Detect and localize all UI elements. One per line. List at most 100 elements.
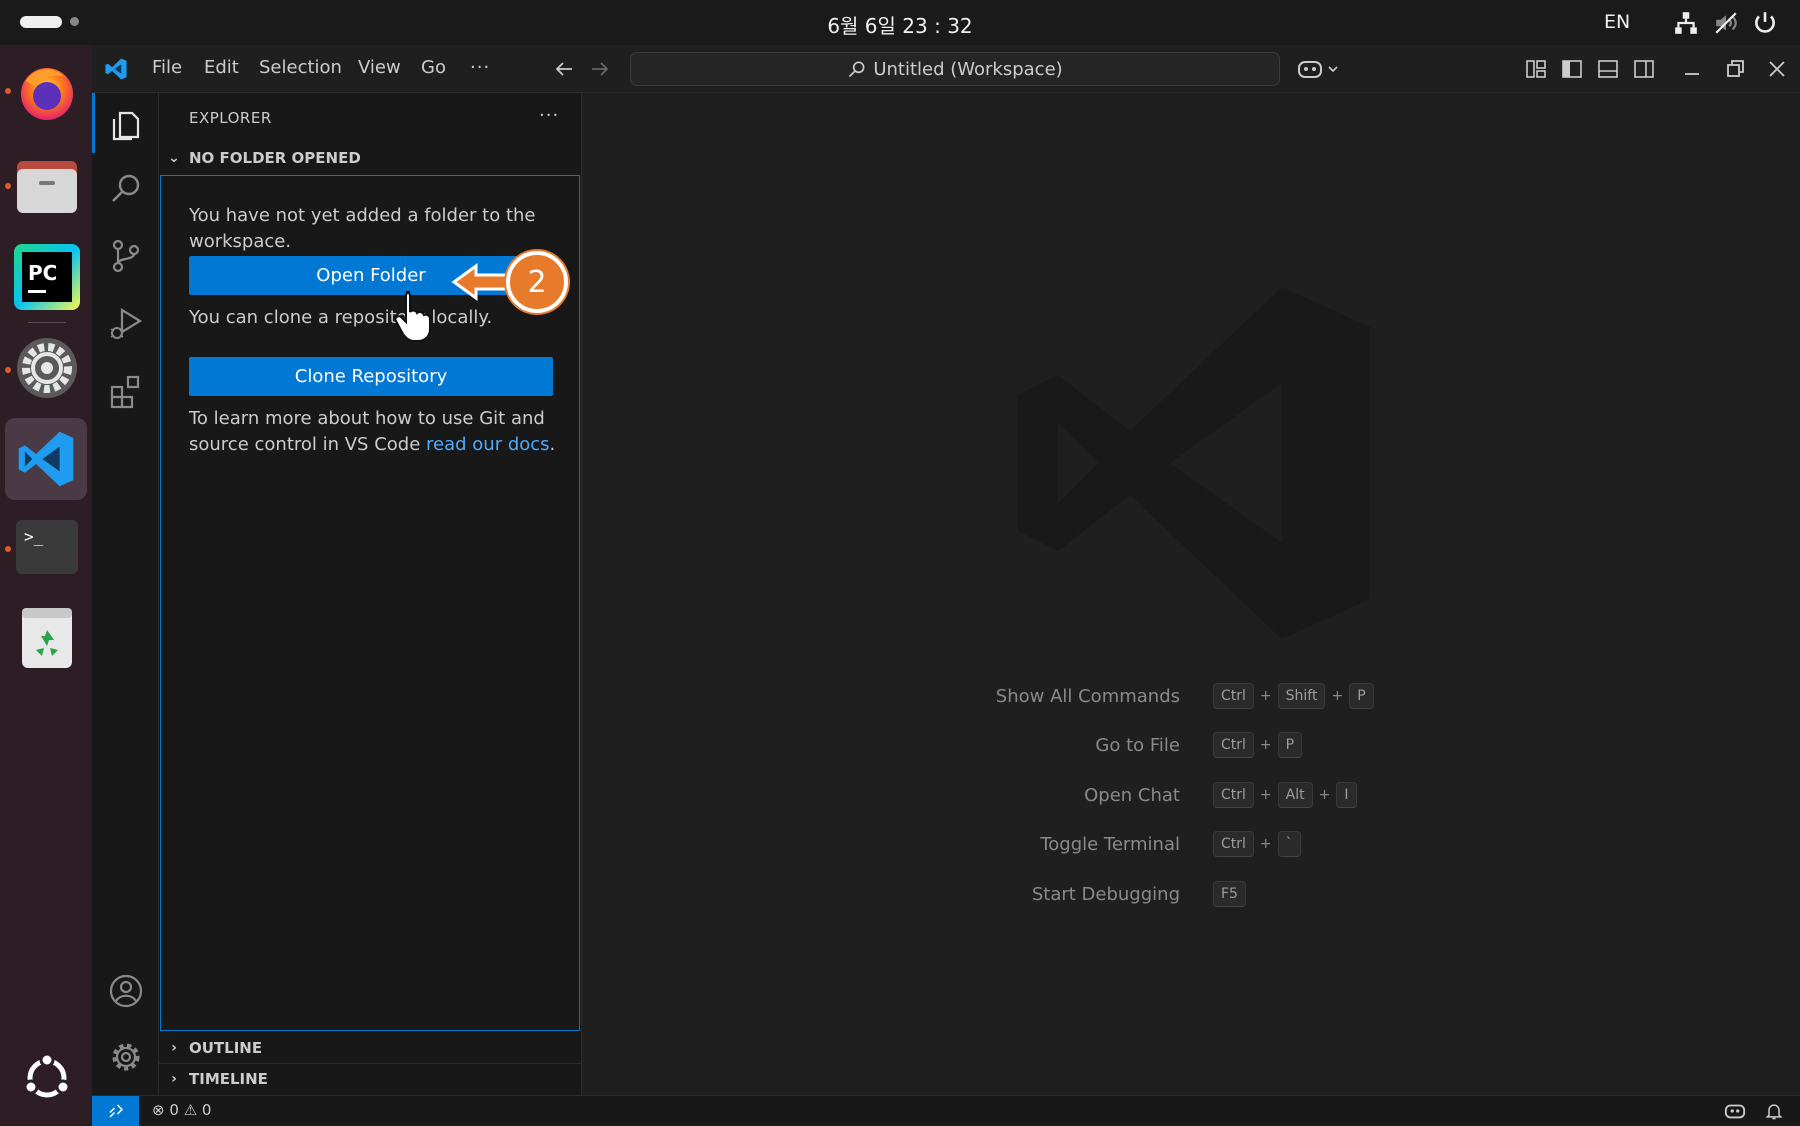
status-bar: ⊗ 0 ⚠ 0 [92,1095,1800,1126]
firefox-icon [21,68,73,120]
menu-selection[interactable]: Selection [259,57,342,78]
active-indicator [92,93,95,153]
input-language[interactable]: EN [1604,11,1630,33]
key: Alt [1277,782,1313,808]
minimize-icon[interactable] [1680,57,1704,81]
remote-icon [108,1104,123,1118]
copilot-status-icon[interactable] [1724,1101,1746,1121]
section-outline[interactable]: › OUTLINE [159,1033,582,1063]
clone-message: You can clone a repository locally. [189,307,493,328]
close-icon[interactable] [1765,57,1789,81]
menu-view[interactable]: View [358,57,401,78]
shortcut-show-all-commands: Show All Commands Ctrl + Shift + P [582,683,1800,713]
explorer-more-actions[interactable]: ··· [539,105,559,126]
command-center-label: Untitled (Workspace) [873,58,1063,80]
svg-text:>_: >_ [24,527,44,546]
running-indicator [5,88,11,94]
remote-indicator[interactable] [92,1096,139,1126]
key: I [1336,782,1357,808]
section-timeline[interactable]: › TIMELINE [159,1063,582,1093]
shortcut-keys: Ctrl + P [1213,732,1303,758]
files-launcher[interactable] [12,150,82,220]
activity-bar [92,93,159,1095]
read-docs-link[interactable]: read our docs [426,434,550,455]
explorer-icon[interactable] [106,105,146,145]
toggle-panel-icon[interactable] [1596,57,1620,81]
shortcut-keys: F5 [1213,881,1246,907]
notifications-bell-icon[interactable] [1764,1101,1784,1121]
network-icon[interactable] [1673,10,1699,36]
arrow-left-icon[interactable] [552,57,576,81]
shortcut-keys: Ctrl + Alt + I [1213,782,1357,808]
shortcut-label: Toggle Terminal [1040,834,1180,855]
chevron-down-icon: ⌄ [168,150,180,166]
trash-launcher[interactable] [12,603,82,673]
vscode-watermark-icon [1018,287,1370,639]
key: ` [1277,831,1301,857]
dock: PC >_ [0,45,92,1125]
pycharm-launcher[interactable]: PC [12,242,82,312]
warning-icon: ⚠ [183,1101,198,1119]
power-icon[interactable] [1752,10,1778,36]
clone-repository-button[interactable]: Clone Repository [189,357,553,396]
step-callout: 2 [506,251,568,313]
settings-gear-icon [17,338,77,398]
search-icon[interactable] [106,169,146,209]
system-top-bar: 6월 6일 23 : 32 EN [0,0,1800,45]
extensions-icon[interactable] [106,371,146,411]
vscode-icon [18,431,74,487]
arrow-right-icon[interactable] [588,57,612,81]
shortcut-start-debugging: Start Debugging F5 [582,881,1800,911]
section-label: TIMELINE [189,1069,268,1088]
volume-muted-icon[interactable] [1713,10,1739,36]
vscode-launcher[interactable] [5,418,87,500]
section-no-folder-opened[interactable]: ⌄ NO FOLDER OPENED [159,143,582,173]
explorer-title: EXPLORER [189,109,272,127]
running-indicator [5,367,11,373]
run-debug-icon[interactable] [106,303,146,343]
key: Ctrl [1213,831,1254,857]
source-control-icon[interactable] [106,236,146,276]
shortcut-label: Show All Commands [995,686,1180,707]
git-docs-message: To learn more about how to use Git and s… [189,406,559,458]
files-icon [17,161,77,213]
problems-status[interactable]: ⊗ 0 ⚠ 0 [152,1101,211,1119]
clock[interactable]: 6월 6일 23 : 32 [0,10,1800,39]
warning-count: 0 [201,1101,212,1119]
key: Ctrl [1213,683,1254,709]
show-apps-launcher[interactable] [12,1043,82,1113]
chevron-right-icon: › [171,1040,177,1056]
menu-edit[interactable]: Edit [204,57,239,78]
key: Shift [1277,683,1326,709]
section-label: NO FOLDER OPENED [189,149,361,167]
error-count: 0 [169,1101,179,1119]
command-center[interactable]: Untitled (Workspace) [630,52,1280,86]
no-folder-message: You have not yet added a folder to the w… [189,205,536,252]
search-icon [849,61,865,78]
accounts-icon[interactable] [106,971,146,1011]
customize-layout-icon[interactable] [1524,57,1548,81]
editor-area: Show All Commands Ctrl + Shift + P Go to F… [582,93,1800,1095]
menu-go[interactable]: Go [421,57,446,78]
section-label: OUTLINE [189,1039,263,1057]
restore-icon[interactable] [1723,57,1747,81]
chevron-right-icon: › [171,1070,177,1087]
terminal-launcher[interactable]: >_ [12,512,82,582]
key: P [1277,732,1303,758]
pycharm-icon: PC [14,244,80,310]
title-bar: File Edit Selection View Go ··· Untitled… [92,45,1800,93]
settings-launcher[interactable] [12,333,82,403]
toggle-primary-sidebar-icon[interactable] [1560,57,1584,81]
trash-icon [22,608,72,668]
key: P [1349,683,1374,709]
dock-separator [28,322,66,323]
explorer-sidebar: EXPLORER ··· ⌄ NO FOLDER OPENED You have… [159,93,582,1095]
manage-gear-icon[interactable] [106,1037,146,1077]
firefox-launcher[interactable] [12,57,82,127]
copilot-menu-icon[interactable] [1297,57,1341,81]
toggle-secondary-sidebar-icon[interactable] [1632,57,1656,81]
shortcut-toggle-terminal: Toggle Terminal Ctrl + ` [582,831,1800,861]
menu-more[interactable]: ··· [470,57,490,78]
menu-file[interactable]: File [152,57,182,78]
terminal-icon: >_ [16,520,78,574]
